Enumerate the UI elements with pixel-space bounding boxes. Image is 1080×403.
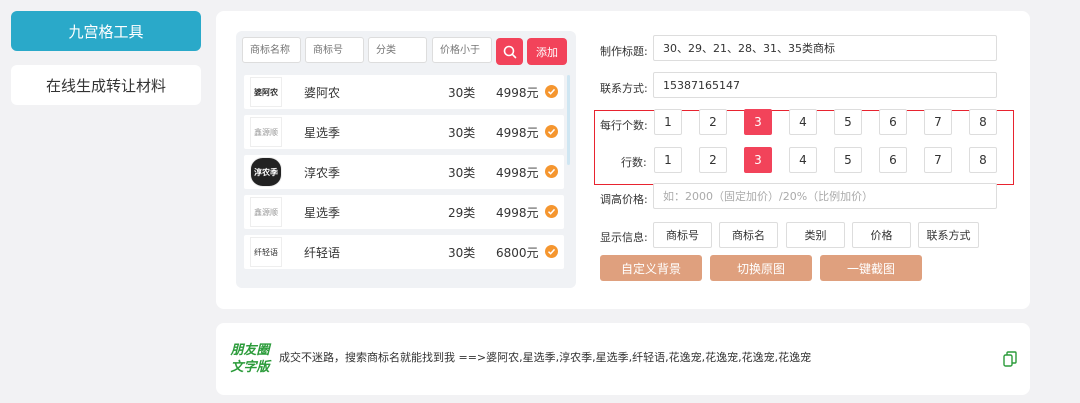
moments-panel: 朋友圈 文字版 成交不迷路，搜索商标名就能找到我 ==>婆阿农,星选季,淳农季,… [216, 323, 1030, 395]
search-button[interactable] [496, 38, 523, 65]
per-row-option-3[interactable]: 3 [744, 109, 772, 135]
display-trademark-name-button[interactable]: 商标名 [719, 222, 778, 248]
per-row-label: 每行个数: [600, 119, 648, 132]
category-input[interactable] [368, 37, 427, 63]
trademark-logo: 纤轻语 [250, 237, 282, 267]
rows-label: 行数: [621, 156, 647, 169]
per-row-option-1[interactable]: 1 [654, 109, 682, 135]
price-adjust-input[interactable]: 如：2000（固定加价）/20%（比例加价） [653, 183, 997, 209]
rows-option-5[interactable]: 5 [834, 147, 862, 173]
table-row[interactable]: 淳农季 淳农季 30类 4998元 [244, 155, 564, 189]
table-row[interactable]: 鑫源顺 星选季 29类 4998元 [244, 195, 564, 229]
search-icon [503, 45, 516, 58]
contact-input[interactable]: 15387165147 [653, 72, 997, 98]
trademark-logo: 鑫源顺 [250, 117, 282, 147]
display-contact-button[interactable]: 联系方式 [918, 222, 979, 248]
main-panel: 添加 婆阿农 婆阿农 30类 4998元 鑫源顺 星选季 30类 4998元 淳… [216, 11, 1030, 309]
title-label: 制作标题: [600, 45, 648, 58]
per-row-option-5[interactable]: 5 [834, 109, 862, 135]
table-row[interactable]: 婆阿农 婆阿农 30类 4998元 [244, 75, 564, 109]
display-trademark-number-button[interactable]: 商标号 [653, 222, 712, 248]
trademark-category: 30类 [448, 86, 476, 100]
contact-label: 联系方式: [600, 82, 648, 95]
per-row-option-7[interactable]: 7 [924, 109, 952, 135]
per-row-option-2[interactable]: 2 [699, 109, 727, 135]
check-icon[interactable] [545, 85, 558, 98]
screenshot-button[interactable]: 一键截图 [820, 255, 922, 281]
trademark-category: 30类 [448, 246, 476, 260]
per-row-option-8[interactable]: 8 [969, 109, 997, 135]
trademark-name-input[interactable] [242, 37, 301, 63]
trademark-logo: 鑫源顺 [250, 197, 282, 227]
nav-transfer-material[interactable]: 在线生成转让材料 [11, 65, 201, 105]
list-scrollbar[interactable] [567, 75, 570, 165]
trademark-name: 婆阿农 [304, 86, 341, 100]
trademark-price: 6800元 [496, 246, 539, 260]
rows-option-2[interactable]: 2 [699, 147, 727, 173]
trademark-category: 29类 [448, 206, 476, 220]
moments-badge: 朋友圈 文字版 [226, 342, 274, 376]
copy-icon[interactable] [1003, 351, 1017, 367]
trademark-category: 30类 [448, 166, 476, 180]
nav-grid-tool[interactable]: 九宫格工具 [11, 11, 201, 51]
display-category-button[interactable]: 类别 [786, 222, 845, 248]
check-icon[interactable] [545, 245, 558, 258]
trademark-category: 30类 [448, 126, 476, 140]
trademark-price: 4998元 [496, 166, 539, 180]
per-row-option-4[interactable]: 4 [789, 109, 817, 135]
custom-background-button[interactable]: 自定义背景 [600, 255, 702, 281]
add-button[interactable]: 添加 [527, 38, 567, 65]
switch-original-button[interactable]: 切换原图 [710, 255, 812, 281]
rows-option-7[interactable]: 7 [924, 147, 952, 173]
trademark-logo: 婆阿农 [250, 77, 282, 107]
trademark-logo: 淳农季 [250, 157, 282, 187]
moments-text: 成交不迷路，搜索商标名就能找到我 ==>婆阿农,星选季,淳农季,星选季,纤轻语,… [279, 351, 812, 364]
display-price-button[interactable]: 价格 [852, 222, 911, 248]
rows-option-6[interactable]: 6 [879, 147, 907, 173]
trademark-rows: 婆阿农 婆阿农 30类 4998元 鑫源顺 星选季 30类 4998元 淳农季 … [244, 75, 564, 275]
price-adjust-label: 调高价格: [600, 193, 648, 206]
price-max-input[interactable] [432, 37, 492, 63]
trademark-price: 4998元 [496, 86, 539, 100]
rows-option-4[interactable]: 4 [789, 147, 817, 173]
title-input[interactable]: 30、29、21、28、31、35类商标 [653, 35, 997, 61]
moments-badge-line1: 朋友圈 [230, 343, 270, 358]
trademark-price: 4998元 [496, 206, 539, 220]
check-icon[interactable] [545, 205, 558, 218]
check-icon[interactable] [545, 165, 558, 178]
trademark-name: 纤轻语 [304, 246, 341, 260]
per-row-option-6[interactable]: 6 [879, 109, 907, 135]
trademark-number-input[interactable] [305, 37, 364, 63]
trademark-list-card: 添加 婆阿农 婆阿农 30类 4998元 鑫源顺 星选季 30类 4998元 淳… [236, 31, 576, 288]
trademark-name: 淳农季 [304, 166, 341, 180]
table-row[interactable]: 纤轻语 纤轻语 30类 6800元 [244, 235, 564, 269]
rows-option-3[interactable]: 3 [744, 147, 772, 173]
trademark-price: 4998元 [496, 126, 539, 140]
moments-badge-line2: 文字版 [230, 360, 270, 375]
check-icon[interactable] [545, 125, 558, 138]
display-info-label: 显示信息: [600, 231, 648, 244]
rows-option-8[interactable]: 8 [969, 147, 997, 173]
trademark-name: 星选季 [304, 206, 341, 220]
trademark-name: 星选季 [304, 126, 341, 140]
rows-option-1[interactable]: 1 [654, 147, 682, 173]
table-row[interactable]: 鑫源顺 星选季 30类 4998元 [244, 115, 564, 149]
